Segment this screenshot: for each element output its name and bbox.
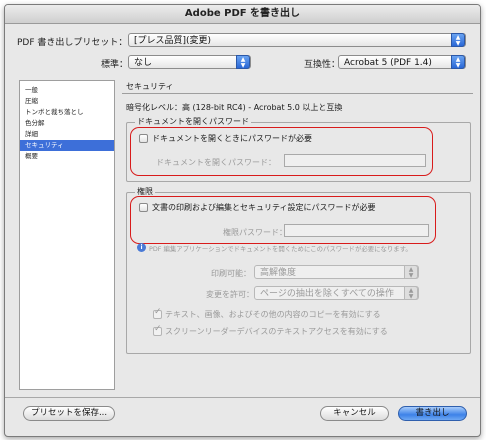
permissions-password-field-label: 権限パスワード：: [223, 228, 287, 237]
standard-value: なし: [134, 58, 153, 68]
preset-label: PDF 書き出しプリセット：: [17, 38, 128, 48]
enable-screen-reader-checkbox[interactable]: ✓: [153, 324, 162, 336]
chevron-updown-icon: ▲ ▼: [404, 286, 418, 300]
export-pdf-dialog: Adobe PDF を書き出し PDF 書き出しプリセット： [プレス品質](変…: [4, 4, 481, 437]
compat-dropdown[interactable]: Acrobat 5 (PDF 1.4) ▲ ▼: [338, 55, 466, 69]
require-permissions-password-label: 文書の印刷および編集とセキュリティ設定にパスワードが必要: [152, 203, 376, 212]
open-password-input[interactable]: [284, 154, 426, 167]
changes-allowed-value: ページの抽出を除くすべての操作: [260, 289, 394, 299]
export-button[interactable]: 書き出し: [398, 406, 467, 421]
preset-dropdown[interactable]: [プレス品質](変更) ▲ ▼: [128, 33, 466, 47]
printing-allowed-value: 高解像度: [260, 268, 297, 278]
info-icon: i: [137, 243, 146, 252]
chevron-updown-icon: ▲ ▼: [451, 33, 465, 47]
compat-label: 互換性：: [304, 60, 341, 70]
changes-allowed-label: 変更を許可：: [206, 290, 254, 299]
sidebar-item-compression[interactable]: 圧縮: [20, 96, 114, 107]
save-preset-button[interactable]: プリセットを保存...: [23, 406, 115, 421]
require-open-password-label: ドキュメントを開くときにパスワードが必要: [152, 134, 312, 143]
permissions-password-input[interactable]: [284, 224, 429, 237]
panel-title: セキュリティ: [122, 80, 473, 94]
bottom-divider: [5, 397, 480, 398]
open-password-field-label: ドキュメントを開くパスワード：: [156, 158, 276, 167]
standard-dropdown[interactable]: なし ▲ ▼: [128, 55, 251, 69]
sidebar-item-output[interactable]: 色分解: [20, 118, 114, 129]
enable-copying-checkbox[interactable]: ✓: [153, 307, 162, 319]
permissions-info-text: PDF 編集アプリケーションでドキュメントを開くためにこのパスワードが必要になり…: [149, 245, 412, 253]
compat-value: Acrobat 5 (PDF 1.4): [344, 58, 432, 68]
sidebar-item-advanced[interactable]: 詳細: [20, 129, 114, 140]
sidebar-item-general[interactable]: 一般: [20, 85, 114, 96]
require-open-password-checkbox[interactable]: [139, 134, 148, 143]
printing-allowed-label: 印刷可能：: [211, 269, 251, 278]
sidebar-item-summary[interactable]: 概要: [20, 151, 114, 162]
chevron-updown-icon: ▲ ▼: [404, 265, 418, 279]
window-title: Adobe PDF を書き出し: [5, 5, 480, 24]
open-password-group-title: ドキュメントを開くパスワード: [135, 116, 251, 127]
changes-allowed-dropdown[interactable]: ページの抽出を除くすべての操作 ▲ ▼: [254, 286, 419, 300]
enable-screen-reader-label: スクリーンリーダーデバイスのテキストアクセスを有効にする: [165, 327, 388, 336]
standard-label: 標準：: [101, 60, 129, 70]
enable-copying-label: テキスト、画像、およびその他の内容のコピーを有効にする: [165, 310, 381, 319]
sidebar-item-security[interactable]: セキュリティ: [20, 140, 114, 151]
require-permissions-password-checkbox[interactable]: [139, 203, 148, 212]
checkmark-icon: ✓: [154, 307, 162, 317]
sidebar-item-marks-bleeds[interactable]: トンボと裁ち落とし: [20, 107, 114, 118]
chevron-updown-icon: ▲ ▼: [451, 55, 465, 69]
sidebar: 一般 圧縮 トンボと裁ち落とし 色分解 詳細 セキュリティ 概要: [19, 80, 115, 390]
cancel-button[interactable]: キャンセル: [320, 406, 389, 421]
preset-value: [プレス品質](変更): [134, 36, 212, 46]
chevron-updown-icon: ▲ ▼: [236, 55, 250, 69]
checkmark-icon: ✓: [154, 324, 162, 334]
encryption-level-text: 暗号化レベル：高 (128-bit RC4) - Acrobat 5.0 以上と…: [126, 103, 343, 112]
printing-allowed-dropdown[interactable]: 高解像度 ▲ ▼: [254, 265, 419, 279]
